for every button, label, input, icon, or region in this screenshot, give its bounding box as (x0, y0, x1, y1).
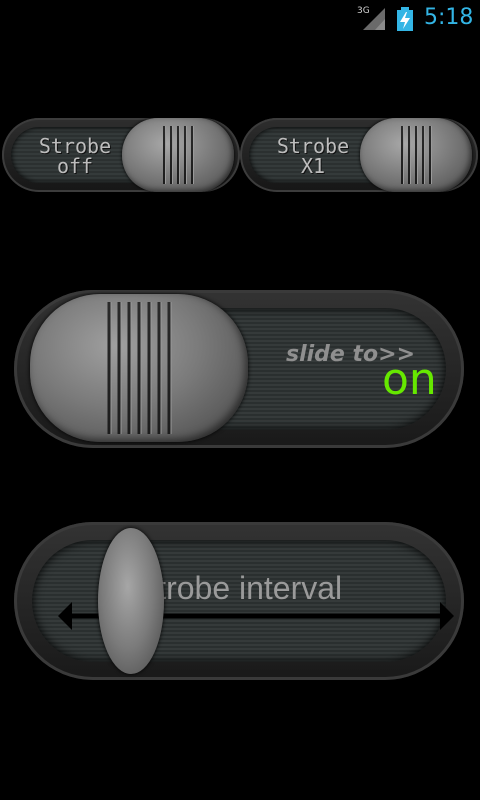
interval-knob[interactable] (98, 528, 164, 674)
strobe-x1-toggle[interactable]: Strobe X1 (240, 118, 478, 192)
strobe-off-toggle[interactable]: Strobe off (2, 118, 240, 192)
slider-knob[interactable] (30, 294, 248, 442)
toggle-label-line2: X1 (300, 154, 326, 178)
toggle-label-line1: Strobe (38, 134, 112, 158)
grip-lines (401, 126, 431, 184)
toggle-label: Strobe off (20, 136, 130, 176)
slider-track: Strobe interval (32, 540, 454, 662)
grip-lines (107, 302, 171, 434)
slide-target-label: on (382, 354, 437, 405)
status-bar: 3G 5:18 (0, 0, 480, 38)
battery-charging-icon (397, 7, 413, 31)
toggle-label: Strobe X1 (258, 136, 368, 176)
toggle-knob[interactable] (360, 118, 472, 192)
strobe-interval-slider[interactable]: Strobe interval (14, 522, 464, 680)
slide-to-on-slider[interactable]: slide to>> on (14, 290, 464, 448)
signal-icon (363, 8, 385, 30)
toggle-knob[interactable] (122, 118, 234, 192)
toggle-label-line2: off (56, 154, 94, 178)
clock: 5:18 (424, 5, 474, 30)
grip-lines (163, 126, 193, 184)
toggle-label-line1: Strobe (276, 134, 350, 158)
